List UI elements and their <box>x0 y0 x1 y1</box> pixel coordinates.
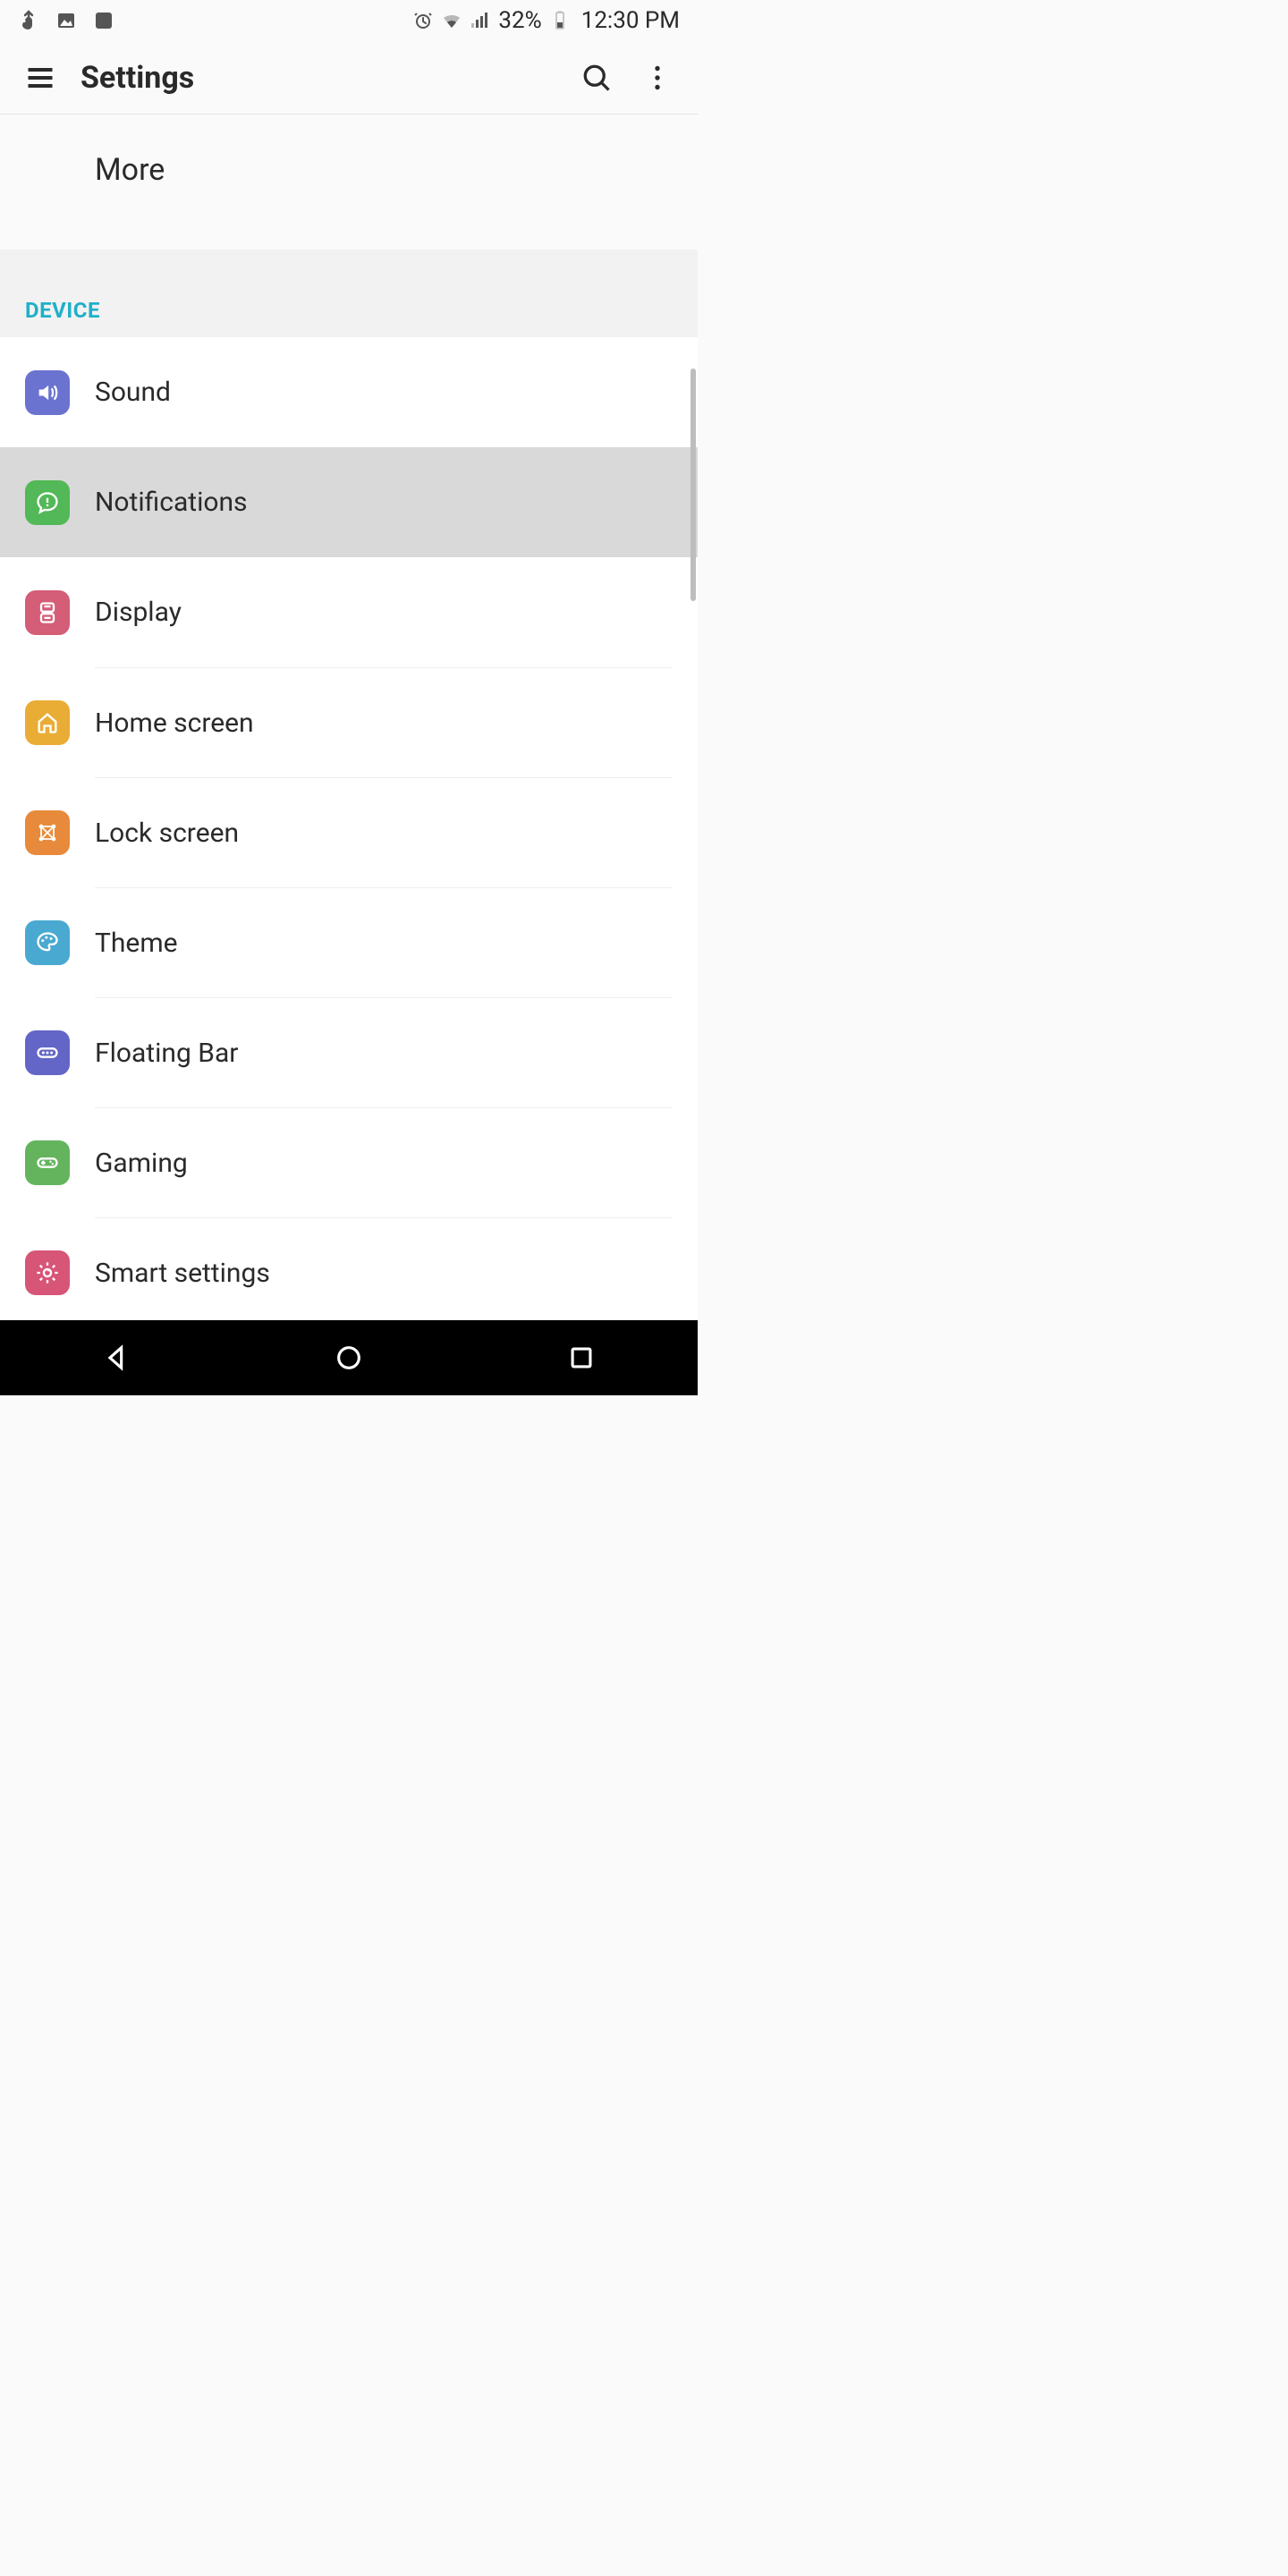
app-notification-icon <box>93 10 114 31</box>
nav-recent-button[interactable] <box>564 1340 599 1376</box>
lock-screen-icon <box>25 810 70 855</box>
wifi-icon <box>441 10 462 31</box>
nav-back-button[interactable] <box>98 1340 134 1376</box>
alarm-icon <box>412 10 434 31</box>
nav-home-button[interactable] <box>331 1340 367 1376</box>
display-icon <box>25 590 70 635</box>
settings-item-theme[interactable]: Theme <box>0 887 698 997</box>
settings-item-sound[interactable]: Sound <box>0 337 698 447</box>
settings-item-label: Smart settings <box>95 1258 673 1289</box>
settings-item-display[interactable]: Display <box>0 557 698 667</box>
home-icon <box>25 700 70 745</box>
settings-item-smart-settings[interactable]: Smart settings <box>0 1217 698 1320</box>
image-notification-icon <box>55 10 77 31</box>
settings-item-lock-screen[interactable]: Lock screen <box>0 777 698 887</box>
battery-icon <box>549 10 571 31</box>
settings-item-label: More <box>95 152 673 188</box>
overflow-menu-icon[interactable] <box>637 57 678 98</box>
status-bar-left <box>18 10 114 31</box>
smart-settings-icon <box>25 1250 70 1295</box>
sound-icon <box>25 370 70 415</box>
navigation-bar <box>0 1320 698 1395</box>
cellular-signal-icon <box>470 10 491 31</box>
page-title: Settings <box>80 60 576 96</box>
settings-item-more[interactable]: More <box>0 114 698 250</box>
battery-percentage: 32% <box>498 7 541 34</box>
settings-item-label: Theme <box>95 928 673 959</box>
settings-item-label: Floating Bar <box>95 1038 673 1069</box>
clock-time: 12:30 PM <box>581 7 680 34</box>
settings-item-home-screen[interactable]: Home screen <box>0 667 698 777</box>
screen: 32% 12:30 PM Settings More DEVICE <box>0 0 698 1395</box>
touch-indicator-icon <box>18 10 39 31</box>
settings-item-gaming[interactable]: Gaming <box>0 1107 698 1217</box>
status-bar-right: 32% 12:30 PM <box>412 7 680 34</box>
settings-item-label: Display <box>95 597 673 628</box>
floating-bar-icon <box>25 1030 70 1075</box>
notifications-icon <box>25 480 70 525</box>
settings-item-label: Home screen <box>95 708 673 739</box>
settings-item-label: Lock screen <box>95 818 673 849</box>
settings-item-notifications[interactable]: Notifications <box>0 447 698 557</box>
section-header-device: DEVICE <box>0 250 698 337</box>
theme-icon <box>25 920 70 965</box>
search-icon[interactable] <box>576 57 617 98</box>
app-bar: Settings <box>0 41 698 114</box>
status-bar: 32% 12:30 PM <box>0 0 698 41</box>
settings-item-label: Notifications <box>95 487 673 518</box>
settings-item-label: Gaming <box>95 1148 673 1179</box>
settings-item-floating-bar[interactable]: Floating Bar <box>0 997 698 1107</box>
settings-item-label: Sound <box>95 377 673 408</box>
hamburger-menu-icon[interactable] <box>20 57 61 98</box>
gaming-icon <box>25 1140 70 1185</box>
scrollbar-thumb[interactable] <box>691 369 696 601</box>
settings-list[interactable]: More DEVICE Sound Notifications Display <box>0 114 698 1320</box>
